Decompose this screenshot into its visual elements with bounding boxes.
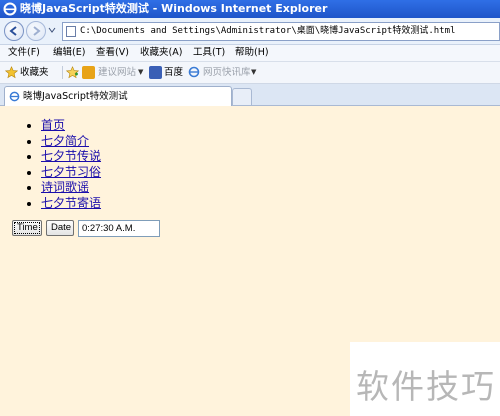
suggested-sites-link[interactable]: 建议网站 <box>98 62 136 83</box>
list-item: 首页 <box>41 118 101 134</box>
tab-ie-icon <box>9 91 20 102</box>
back-button[interactable] <box>4 21 24 41</box>
forward-arrow-icon <box>33 26 41 36</box>
tab-active[interactable]: 晓博JavaScript特效测试 <box>4 86 232 106</box>
list-item: 七夕节习俗 <box>41 165 101 181</box>
address-bar[interactable]: C:\Documents and Settings\Administrator\… <box>62 22 500 41</box>
window-title: 晓博JavaScript特效测试 - Windows Internet Expl… <box>20 2 328 15</box>
link-poems[interactable]: 诗词歌谣 <box>41 180 89 194</box>
link-qixi-intro[interactable]: 七夕简介 <box>41 134 89 148</box>
time-button[interactable]: Time <box>12 220 42 236</box>
favorites-button-label[interactable]: 收藏夹 <box>20 62 49 83</box>
new-tab-button[interactable] <box>232 88 252 105</box>
link-home[interactable]: 首页 <box>41 118 65 132</box>
suggested-sites-dropdown-icon[interactable]: ▼ <box>138 62 143 83</box>
favorites-star-icon[interactable] <box>5 66 18 79</box>
favorites-bar: 收藏夹 建议网站 ▼ 百度 网页快讯库 ▼ <box>0 62 500 84</box>
watermark: 软件技巧 <box>356 367 496 406</box>
link-qixi-customs[interactable]: 七夕节习俗 <box>41 165 101 179</box>
nav-link-list: 首页 七夕简介 七夕节传说 七夕节习俗 诗词歌谣 七夕节寄语 <box>20 118 101 211</box>
ie-logo-icon <box>3 2 17 16</box>
list-item: 七夕节传说 <box>41 149 101 165</box>
history-dropdown-icon[interactable] <box>48 26 56 34</box>
window-title-bar[interactable]: 晓博JavaScript特效测试 - Windows Internet Expl… <box>0 0 500 18</box>
address-url: C:\Documents and Settings\Administrator\… <box>80 26 456 36</box>
suggested-sites-icon <box>82 66 95 79</box>
baidu-link[interactable]: 百度 <box>164 62 183 83</box>
address-row: C:\Documents and Settings\Administrator\… <box>0 18 500 45</box>
menu-favorites[interactable]: 收藏夹(A) <box>140 45 182 61</box>
forward-button[interactable] <box>26 21 46 41</box>
web-slice-ie-icon <box>188 66 200 78</box>
menu-tools[interactable]: 工具(T) <box>193 45 225 61</box>
link-qixi-legend[interactable]: 七夕节传说 <box>41 149 101 163</box>
web-slice-gallery-link[interactable]: 网页快讯库 <box>203 62 251 83</box>
tab-title: 晓博JavaScript特效测试 <box>23 91 128 102</box>
add-to-favorites-icon[interactable] <box>66 66 79 79</box>
back-arrow-icon <box>9 26 17 36</box>
list-item: 诗词歌谣 <box>41 180 101 196</box>
time-display-field[interactable]: 0:27:30 A.M. <box>78 220 160 237</box>
menu-file[interactable]: 文件(F) <box>8 45 40 61</box>
menu-bar: 文件(F) 编辑(E) 查看(V) 收藏夹(A) 工具(T) 帮助(H) <box>0 45 500 62</box>
list-item: 七夕节寄语 <box>41 196 101 212</box>
menu-help[interactable]: 帮助(H) <box>235 45 269 61</box>
page-icon <box>66 26 76 37</box>
menu-view[interactable]: 查看(V) <box>96 45 129 61</box>
menu-edit[interactable]: 编辑(E) <box>53 45 85 61</box>
link-qixi-messages[interactable]: 七夕节寄语 <box>41 196 101 210</box>
toolbar-divider <box>62 66 63 79</box>
date-button[interactable]: Date <box>46 220 74 236</box>
list-item: 七夕简介 <box>41 134 101 150</box>
tab-strip: 晓博JavaScript特效测试 <box>0 84 500 106</box>
web-slice-dropdown-icon[interactable]: ▼ <box>251 62 256 83</box>
baidu-icon <box>149 66 162 79</box>
